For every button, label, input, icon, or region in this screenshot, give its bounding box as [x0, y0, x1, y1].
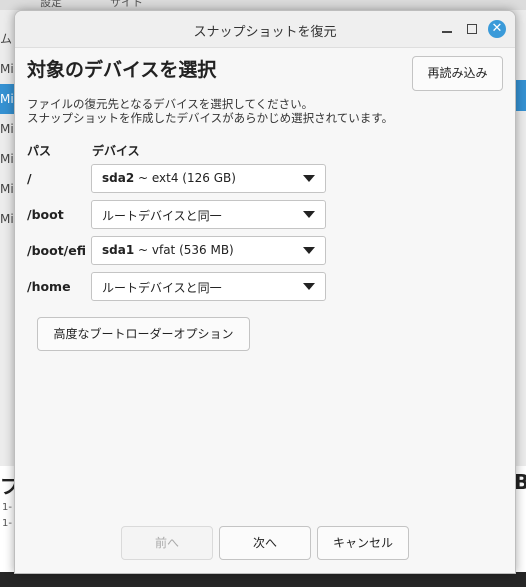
bootloader-options-button[interactable]: 高度なブートローダーオプション	[37, 317, 250, 351]
device-select-boot[interactable]: ルートデバイスと同一	[91, 200, 326, 229]
desktop-panel	[0, 572, 526, 587]
dropdown-arrow-icon	[303, 247, 315, 254]
device-select-value: ルートデバイスと同一	[102, 209, 222, 223]
path-label-root: /	[27, 171, 32, 186]
background-sidebar-item: Min	[0, 182, 14, 196]
previous-button[interactable]: 前へ	[121, 526, 213, 560]
close-button[interactable]: ✕	[488, 20, 506, 38]
background-sidebar-item: Min	[0, 212, 14, 226]
maximize-icon	[467, 24, 477, 34]
restore-dialog: スナップショットを復元 ✕ 対象のデバイスを選択 再読み込み ファイルの復元先と…	[14, 10, 516, 574]
background-sidebar-item: Min	[0, 122, 14, 136]
path-label-boot: /boot	[27, 207, 64, 222]
background-sidebar-item: Min	[0, 62, 14, 76]
device-select-boot-efi[interactable]: sda1 ~ vfat (536 MB)	[91, 236, 326, 265]
close-icon: ✕	[491, 21, 503, 36]
background-sidebar: ム Min Min Min Min Min Min	[0, 24, 14, 234]
column-header-path: パス	[27, 144, 52, 158]
background-menu-item: 設定	[40, 0, 62, 9]
dropdown-arrow-icon	[303, 283, 315, 290]
background-detail-small: 1-	[2, 502, 12, 513]
dropdown-arrow-icon	[303, 211, 315, 218]
maximize-button[interactable]	[463, 20, 481, 38]
cancel-button[interactable]: キャンセル	[317, 526, 409, 560]
device-select-home[interactable]: ルートデバイスと同一	[91, 272, 326, 301]
background-menu-item: サイト	[110, 0, 143, 9]
path-label-boot-efi: /boot/efi	[27, 243, 86, 258]
device-select-value: sda1 ~ vfat (536 MB)	[102, 243, 234, 257]
background-sidebar-item-selected: Min	[0, 84, 14, 114]
description-line: スナップショットを作成したデバイスがあらかじめ選択されています。	[27, 111, 394, 125]
refresh-button[interactable]: 再読み込み	[412, 56, 503, 91]
background-menubar: 設定 サイト	[0, 0, 526, 10]
dialog-titlebar[interactable]: スナップショットを復元 ✕	[15, 11, 515, 48]
page-heading: 対象のデバイスを選択	[27, 59, 217, 81]
minimize-icon	[442, 31, 452, 33]
path-label-home: /home	[27, 279, 71, 294]
background-sidebar-item: Min	[0, 152, 14, 166]
next-button[interactable]: 次へ	[219, 526, 311, 560]
device-select-root[interactable]: sda2 ~ ext4 (126 GB)	[91, 164, 326, 193]
minimize-button[interactable]	[438, 20, 456, 38]
device-select-value: sda2 ~ ext4 (126 GB)	[102, 171, 236, 185]
column-header-device: デバイス	[92, 144, 140, 158]
background-detail-small: 1-	[2, 518, 12, 529]
dropdown-arrow-icon	[303, 175, 315, 182]
background-sidebar-item: ム	[0, 32, 13, 46]
device-select-value: ルートデバイスと同一	[102, 281, 222, 295]
